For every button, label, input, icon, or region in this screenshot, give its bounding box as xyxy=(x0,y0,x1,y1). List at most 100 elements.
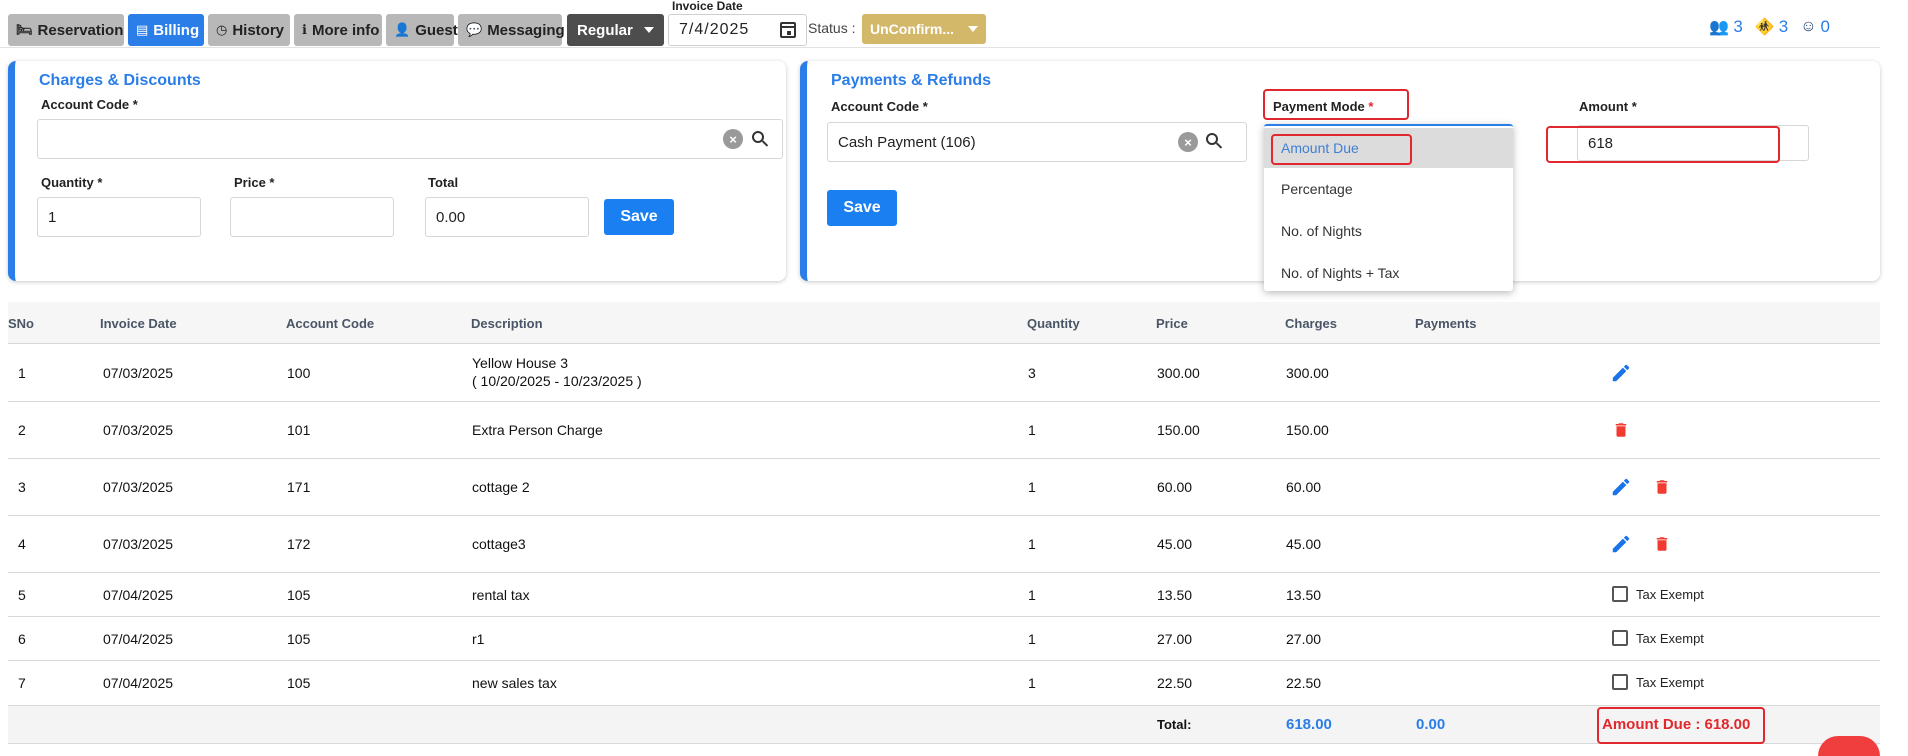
cell-date: 07/03/2025 xyxy=(103,422,174,438)
col-invoice-date: Invoice Date xyxy=(100,316,177,331)
cell-sno: 4 xyxy=(18,536,26,552)
tax-exempt-checkbox[interactable] xyxy=(1612,674,1628,690)
cell-sno: 7 xyxy=(18,675,26,691)
pencil-icon[interactable] xyxy=(1610,476,1632,498)
tab-reservation[interactable]: 🛏 Reservation xyxy=(8,14,124,46)
highlight-payment-mode xyxy=(1263,89,1409,120)
tab-messaging[interactable]: 💬 Messaging xyxy=(458,14,565,46)
invoice-date-input[interactable]: 7/4/2025 xyxy=(668,14,807,46)
cell-date: 07/04/2025 xyxy=(103,631,174,647)
search-icon[interactable] xyxy=(1206,133,1218,145)
col-quantity: Quantity xyxy=(1027,316,1080,331)
quantity-input[interactable]: 1 xyxy=(37,197,201,237)
table-row: 4 07/03/2025 172 cottage3 1 45.00 45.00 xyxy=(8,516,1880,573)
cell-date: 07/03/2025 xyxy=(103,479,174,495)
clock-icon: ◷ xyxy=(216,22,228,37)
charges-account-code-label: Account Code * xyxy=(41,97,138,112)
payments-account-code-label: Account Code * xyxy=(831,99,928,114)
cell-quantity: 1 xyxy=(1028,631,1036,647)
amount-label: Amount * xyxy=(1579,99,1637,114)
table-row: 1 07/03/2025 100 Yellow House 3 ( 10/20/… xyxy=(8,345,1880,402)
info-icon: ℹ xyxy=(302,22,307,37)
cell-code: 171 xyxy=(287,479,311,495)
table-row: 7 07/04/2025 105 new sales tax 1 22.50 2… xyxy=(8,661,1880,706)
infants-count: ☺ 0 xyxy=(1800,17,1830,36)
cell-description: r1 xyxy=(472,631,485,647)
tax-exempt-label: Tax Exempt xyxy=(1636,587,1704,602)
adults-icon: 👥 xyxy=(1709,19,1730,36)
trash-icon[interactable] xyxy=(1653,477,1671,497)
table-row: 6 07/04/2025 105 r1 1 27.00 27.00 Tax Ex… xyxy=(8,617,1880,661)
rate-type-select[interactable]: Regular xyxy=(567,14,664,46)
cell-price: 22.50 xyxy=(1157,675,1193,691)
cell-charges: 27.00 xyxy=(1286,631,1322,647)
col-description: Description xyxy=(471,316,543,331)
highlight-amount xyxy=(1546,126,1780,163)
cell-price: 60.00 xyxy=(1157,479,1193,495)
cell-code: 172 xyxy=(287,536,311,552)
cell-sno: 1 xyxy=(18,365,26,381)
clear-icon[interactable]: × xyxy=(1178,132,1198,152)
cell-date: 07/03/2025 xyxy=(103,365,174,381)
charges-card: Charges & Discounts Account Code * × Qua… xyxy=(8,61,786,281)
tab-guest[interactable]: 👤 Guest xyxy=(386,14,458,46)
tax-exempt-label: Tax Exempt xyxy=(1636,631,1704,646)
search-icon[interactable] xyxy=(752,131,764,143)
list-icon: ▤ xyxy=(136,22,149,37)
pencil-icon[interactable] xyxy=(1610,533,1632,555)
cell-charges: 300.00 xyxy=(1286,365,1329,381)
pencil-icon[interactable] xyxy=(1610,362,1632,384)
cell-sno: 2 xyxy=(18,422,26,438)
status-label: Status : xyxy=(808,20,856,36)
cell-code: 100 xyxy=(287,365,311,381)
cell-price: 150.00 xyxy=(1157,422,1200,438)
trash-icon[interactable] xyxy=(1653,534,1671,554)
tax-exempt-label: Tax Exempt xyxy=(1636,675,1704,690)
cell-description: cottage 2 xyxy=(472,479,530,495)
tax-exempt-checkbox[interactable] xyxy=(1612,630,1628,646)
charges-account-code-input[interactable] xyxy=(37,119,783,159)
tax-exempt-checkbox[interactable] xyxy=(1612,586,1628,602)
cell-code: 105 xyxy=(287,675,311,691)
cell-charges: 22.50 xyxy=(1286,675,1322,691)
total-payments: 0.00 xyxy=(1416,716,1446,733)
tab-billing[interactable]: ▤ Billing xyxy=(128,14,204,46)
cell-charges: 45.00 xyxy=(1286,536,1322,552)
chat-icon: 💬 xyxy=(466,22,483,37)
guest-counts: 👥 3 🚸 3 ☺ 0 xyxy=(1709,17,1830,37)
cell-quantity: 1 xyxy=(1028,675,1036,691)
highlight-amount-due-option xyxy=(1271,134,1412,165)
cell-description: rental tax xyxy=(472,587,530,603)
option-percentage[interactable]: Percentage xyxy=(1264,169,1513,209)
payments-title: Payments & Refunds xyxy=(831,72,992,89)
child-icon: 🚸 xyxy=(1754,19,1775,36)
tab-history[interactable]: ◷ History xyxy=(208,14,290,46)
total-label: Total: xyxy=(1157,717,1192,732)
calendar-icon[interactable] xyxy=(780,22,796,38)
adults-count: 👥 3 xyxy=(1709,17,1743,36)
price-input[interactable] xyxy=(230,197,394,237)
status-select[interactable]: UnConfirm... xyxy=(862,14,986,44)
option-no-of-nights[interactable]: No. of Nights xyxy=(1264,211,1513,251)
col-sno: SNo xyxy=(8,316,34,331)
tab-more-info[interactable]: ℹ More info xyxy=(294,14,382,46)
charges-save-button[interactable]: Save xyxy=(604,199,674,235)
clear-icon[interactable]: × xyxy=(723,129,743,149)
cell-quantity: 1 xyxy=(1028,479,1036,495)
col-charges: Charges xyxy=(1285,316,1338,331)
table-row: 2 07/03/2025 101 Extra Person Charge 1 1… xyxy=(8,402,1880,459)
children-count: 🚸 3 xyxy=(1754,17,1789,36)
payments-save-button[interactable]: Save xyxy=(827,190,897,226)
table-row: 3 07/03/2025 171 cottage 2 1 60.00 60.00 xyxy=(8,459,1880,516)
total-charges: 618.00 xyxy=(1286,716,1332,733)
table-row: 5 07/04/2025 105 rental tax 1 13.50 13.5… xyxy=(8,573,1880,617)
cell-price: 45.00 xyxy=(1157,536,1193,552)
trash-icon[interactable] xyxy=(1612,420,1630,440)
floating-action-button[interactable] xyxy=(1818,736,1880,756)
total-input: 0.00 xyxy=(425,197,589,237)
table-header: SNo Invoice Date Account Code Descriptio… xyxy=(8,302,1880,344)
total-label: Total xyxy=(428,175,459,190)
top-bar: 🛏 Reservation ▤ Billing ◷ History ℹ More inf… xyxy=(0,0,1880,48)
option-no-of-nights-tax[interactable]: No. of Nights + Tax xyxy=(1264,253,1513,293)
highlight-amount-due xyxy=(1597,707,1765,744)
